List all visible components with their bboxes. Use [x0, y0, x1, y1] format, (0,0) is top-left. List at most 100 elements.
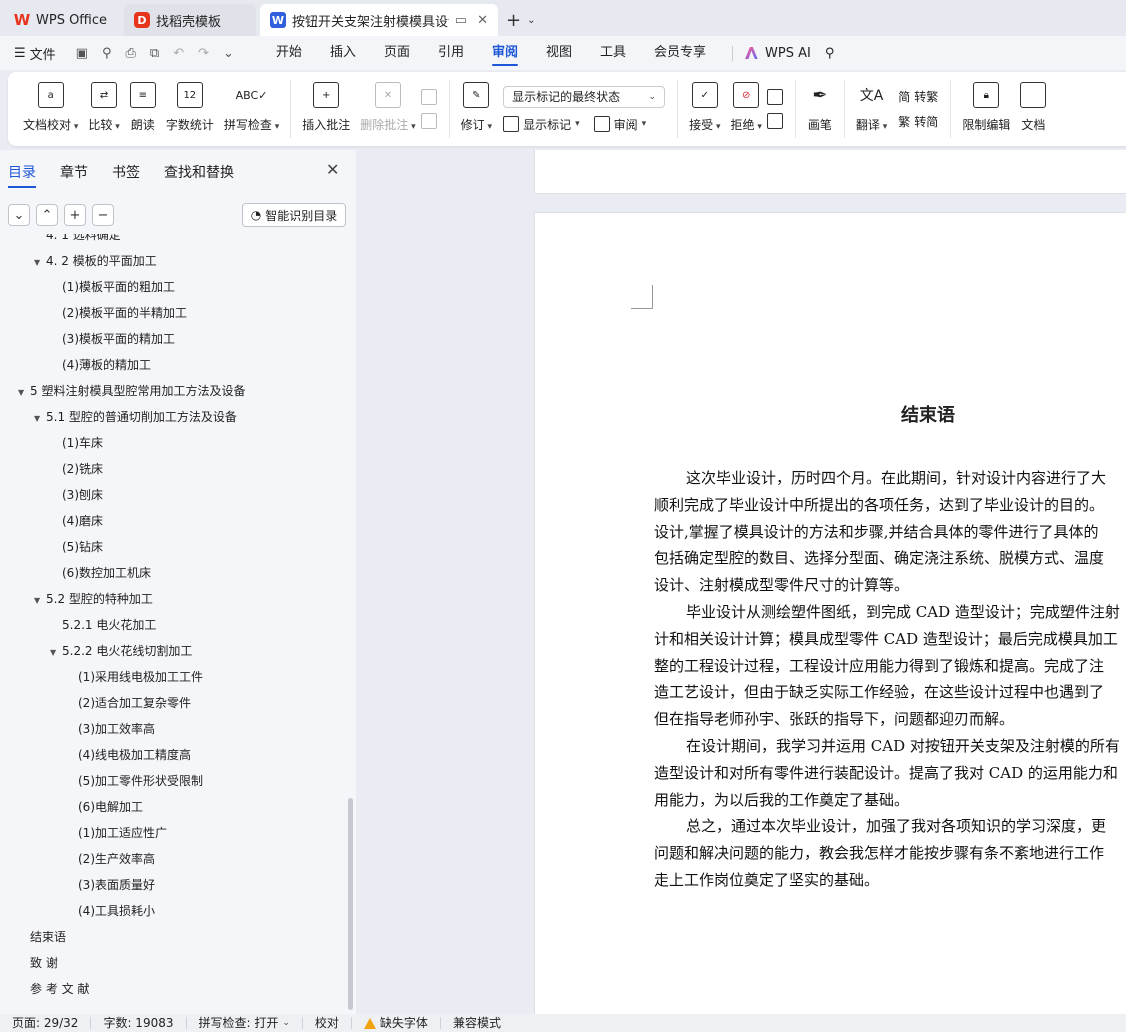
tab-toc[interactable]: 目录 — [8, 162, 36, 188]
toc-item[interactable]: 5.2.1 电火花加工 — [50, 614, 156, 636]
add-level-icon[interactable]: + — [64, 204, 86, 226]
more-chevron-icon[interactable]: ⌄ — [223, 46, 234, 61]
toc-item[interactable]: (6)电解加工 — [66, 796, 143, 818]
toc-item[interactable]: (1)车床 — [50, 432, 103, 454]
menu-home[interactable]: 开始 — [262, 36, 316, 70]
missing-font-status[interactable]: 缺失字体 — [352, 1017, 441, 1029]
menu-references[interactable]: 引用 — [424, 36, 478, 70]
toc-item[interactable]: 致 谢 — [18, 952, 58, 974]
spell-check-button[interactable]: ABC✓ 拼写检查 ▾ — [224, 72, 279, 146]
collapse-triangle-icon[interactable]: ▼ — [50, 642, 62, 664]
review-pane-button[interactable]: 审阅 ▾ — [593, 116, 646, 133]
to-traditional-button[interactable]: 简 转繁 — [898, 88, 938, 105]
restrict-edit-button[interactable]: 🔒︎ 限制编辑 — [962, 72, 1010, 146]
collapse-triangle-icon[interactable]: ▼ — [34, 252, 46, 274]
smart-toc-button[interactable]: ◔ 智能识别目录 — [242, 203, 346, 227]
document-page[interactable]: 结束语 这次毕业设计，历时四个月。在此期间，针对设计内容进行了大 顺利完成了毕业设… — [534, 212, 1126, 1014]
redo-icon[interactable]: ↷ — [198, 46, 209, 61]
print-icon[interactable]: ⎙ — [126, 46, 136, 61]
tab-wps-office[interactable]: W WPS Office — [4, 4, 120, 36]
menu-view[interactable]: 视图 — [532, 36, 586, 70]
toc-item[interactable]: (2)生产效率高 — [66, 848, 155, 870]
toc-item[interactable]: (4)工具损耗小 — [66, 900, 155, 922]
toc-item[interactable]: (4)薄板的精加工 — [50, 354, 151, 376]
tab-bookmarks[interactable]: 书签 — [112, 162, 140, 182]
tab-document[interactable]: W 按钮开关支架注射模模具设计 ▭ ✕ — [260, 4, 498, 36]
prev-revision-icon[interactable] — [766, 89, 783, 105]
search-icon[interactable]: ⚲ — [825, 46, 835, 61]
toc-item[interactable]: (5)钻床 — [50, 536, 103, 558]
close-pane-icon[interactable]: ✕ — [326, 160, 339, 179]
to-simplified-button[interactable]: 繁 转简 — [898, 113, 938, 130]
document-area[interactable]: 结束语 这次毕业设计，历时四个月。在此期间，针对设计内容进行了大 顺利完成了毕业设… — [356, 150, 1126, 1014]
next-revision-icon[interactable] — [766, 113, 783, 129]
doc-more-button[interactable]: 文档 — [1020, 72, 1047, 146]
tab-find-replace[interactable]: 查找和替换 — [164, 162, 234, 182]
toc-item[interactable]: ▼ 5 塑料注射模具型腔常用加工方法及设备 — [18, 380, 245, 402]
page-indicator[interactable]: 页面: 29/32 — [0, 1017, 92, 1029]
toc-item[interactable]: (1)模板平面的粗加工 — [50, 276, 175, 298]
read-aloud-button[interactable]: ≡ 朗读 — [129, 72, 156, 146]
prev-comment-icon[interactable] — [420, 89, 437, 105]
reject-button[interactable]: ⊘ 拒绝 ▾ — [730, 72, 762, 146]
compare-button[interactable]: ⇄ 比较 ▾ — [88, 72, 120, 146]
collapse-triangle-icon[interactable]: ▼ — [18, 382, 30, 404]
wps-ai-button[interactable]: WPS AI — [732, 45, 811, 61]
toc-item[interactable]: 参 考 文 献 — [18, 978, 89, 1000]
doc-check-button[interactable]: a 文档校对 ▾ — [23, 72, 78, 146]
close-tab-icon[interactable]: ✕ — [477, 13, 488, 28]
collapse-triangle-icon[interactable]: ▼ — [34, 408, 46, 430]
expand-down-icon[interactable]: ⌄ — [8, 204, 30, 226]
toc-item[interactable]: 结束语 — [18, 926, 66, 948]
tab-daoke-template[interactable]: D 找稻壳模板 — [124, 4, 256, 36]
toc-item[interactable]: (3)刨床 — [50, 484, 103, 506]
menu-insert[interactable]: 插入 — [316, 36, 370, 70]
word-count-button[interactable]: 12 字数统计 — [166, 72, 214, 146]
toc-item[interactable]: ▼ 5.1 型腔的普通切削加工方法及设备 — [34, 406, 237, 428]
menu-member[interactable]: 会员专享 — [640, 36, 720, 70]
toc-scrollbar[interactable] — [348, 798, 353, 1010]
search-doc-icon[interactable]: ⚲ — [102, 46, 112, 61]
collapse-triangle-icon[interactable]: ▼ — [34, 590, 46, 612]
toc-item[interactable]: ▼ 4. 2 模板的平面加工 — [34, 250, 157, 272]
proofread-status[interactable]: 校对 — [303, 1017, 352, 1029]
toc-item[interactable]: ▼ 5.2.2 电火花线切割加工 — [50, 640, 192, 662]
toc-item[interactable]: (2)铣床 — [50, 458, 103, 480]
toc-item[interactable]: (4)线电极加工精度高 — [66, 744, 191, 766]
translate-button[interactable]: 文A 翻译 ▾ — [856, 72, 887, 146]
undo-icon[interactable]: ↶ — [173, 46, 184, 61]
toc-item[interactable]: (6)数控加工机床 — [50, 562, 151, 584]
toc-item[interactable]: 4. 1 选料确定 — [34, 234, 121, 246]
collapse-up-icon[interactable]: ⌃ — [36, 204, 58, 226]
word-count-status[interactable]: 字数: 19083 — [91, 1017, 187, 1029]
print-preview-icon[interactable]: ⧉ — [150, 46, 159, 61]
insert-comment-button[interactable]: + 插入批注 — [302, 72, 350, 146]
toc-item[interactable]: (4)磨床 — [50, 510, 103, 532]
menu-page[interactable]: 页面 — [370, 36, 424, 70]
tab-chapters[interactable]: 章节 — [60, 162, 88, 182]
toc-item[interactable]: (2)适合加工复杂零件 — [66, 692, 191, 714]
revise-button[interactable]: ✎ 修订 ▾ — [461, 72, 492, 146]
delete-comment-button[interactable]: ✕ 删除批注 ▾ — [360, 72, 416, 146]
markup-select[interactable]: 显示标记的最终状态 ⌄ — [503, 85, 666, 108]
spell-check-status[interactable]: 拼写检查: 打开 ⌄ — [187, 1017, 303, 1029]
save-icon[interactable]: ▣ — [76, 46, 88, 61]
menu-review[interactable]: 审阅 — [478, 36, 532, 70]
remove-level-icon[interactable]: − — [92, 204, 114, 226]
toc-item[interactable]: (1)采用线电极加工工件 — [66, 666, 203, 688]
show-markup-button[interactable]: 显示标记 ▾ — [503, 116, 580, 133]
toc-item[interactable]: (3)表面质量好 — [66, 874, 155, 896]
float-window-icon[interactable]: ▭ — [455, 13, 467, 28]
next-comment-icon[interactable] — [420, 113, 437, 129]
file-menu[interactable]: ☰ 文件 — [14, 44, 56, 63]
accept-button[interactable]: ✓ 接受 ▾ — [689, 72, 720, 146]
toc-item[interactable]: ▼ 5.2 型腔的特种加工 — [34, 588, 153, 610]
toc-item[interactable]: (2)模板平面的半精加工 — [50, 302, 187, 324]
toc-item[interactable]: (3)模板平面的精加工 — [50, 328, 175, 350]
pen-button[interactable]: ✒ 画笔 — [807, 72, 833, 146]
toc-item[interactable]: (3)加工效率高 — [66, 718, 155, 740]
menu-tools[interactable]: 工具 — [586, 36, 640, 70]
new-tab-button[interactable]: + ⌄ — [506, 4, 535, 36]
toc-item[interactable]: (5)加工零件形状受限制 — [66, 770, 203, 792]
toc-item[interactable]: (1)加工适应性广 — [66, 822, 167, 844]
